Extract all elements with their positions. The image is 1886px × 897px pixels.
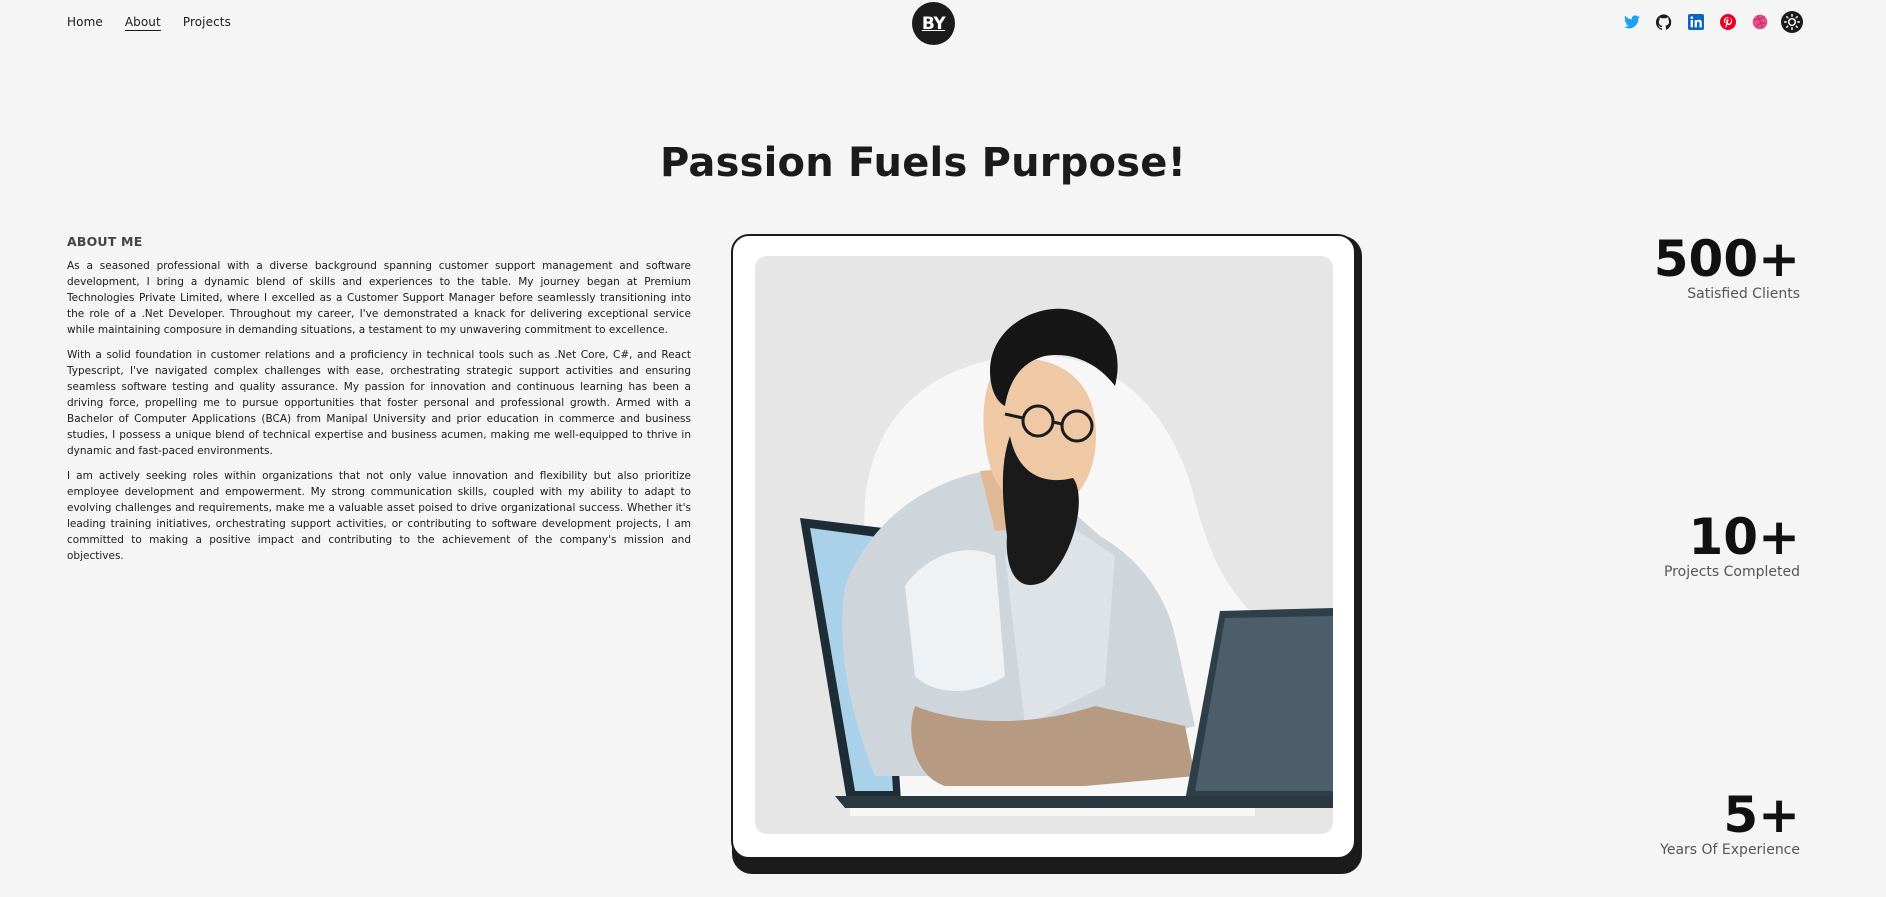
github-icon[interactable] [1653, 11, 1675, 33]
twitter-icon[interactable] [1621, 11, 1643, 33]
stat-value: 5+ [1723, 786, 1800, 844]
stat-label: Years Of Experience [1660, 842, 1800, 858]
site-header: Home About Projects BY [0, 0, 1886, 46]
dribbble-icon[interactable] [1749, 11, 1771, 33]
about-paragraph: I am actively seeking roles within organ… [67, 470, 691, 562]
about-heading: About Me [67, 234, 143, 249]
profile-card [731, 234, 1356, 859]
nav-link-about[interactable]: About [124, 14, 161, 31]
stat-projects-completed: 10+ Projects Completed [1664, 511, 1800, 581]
profile-illustration [755, 256, 1333, 834]
page-title: Passion Fuels Purpose! [659, 140, 1187, 186]
main-nav: Home About Projects [67, 14, 231, 31]
nav-link-projects[interactable]: Projects [183, 14, 231, 31]
theme-toggle-sun-icon[interactable] [1781, 11, 1803, 33]
stat-label: Projects Completed [1663, 564, 1800, 580]
social-links [1621, 11, 1803, 33]
about-paragraph: As a seasoned professional with a divers… [67, 260, 691, 336]
linkedin-icon[interactable] [1685, 11, 1707, 33]
logo-badge[interactable]: BY [912, 2, 955, 45]
stat-years-experience: 5+ Years Of Experience [1660, 789, 1800, 859]
stat-value: 10+ [1688, 508, 1800, 566]
stat-satisfied-clients: 500+ Satisfied Clients [1654, 233, 1800, 303]
about-paragraph: With a solid foundation in customer rela… [67, 349, 691, 457]
stat-value: 500+ [1653, 230, 1800, 288]
pinterest-icon[interactable] [1717, 11, 1739, 33]
nav-link-home[interactable]: Home [67, 14, 103, 31]
about-section: About Me As a seasoned professional with… [67, 234, 691, 573]
